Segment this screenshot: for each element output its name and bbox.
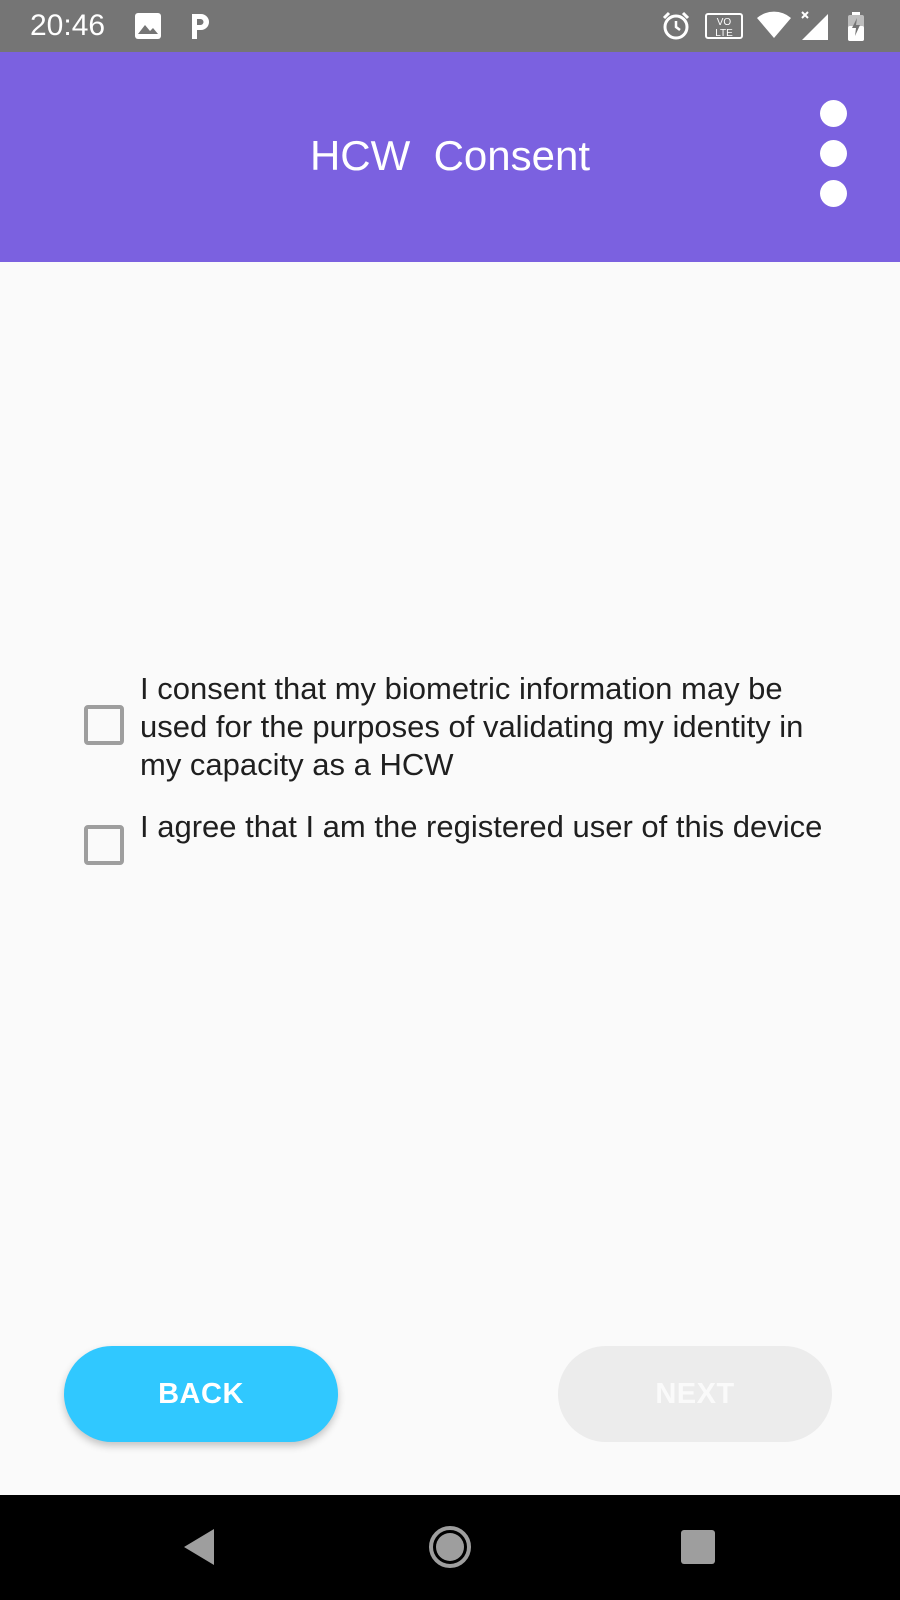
- volte-icon: VO LTE: [705, 13, 743, 39]
- recents-nav-icon[interactable]: [668, 1517, 728, 1577]
- overflow-menu-icon[interactable]: [812, 100, 856, 210]
- page-title: HCW Consent: [309, 132, 591, 179]
- volte-vo-text: VO: [717, 17, 732, 28]
- screen: 20:46 VO LTE HCW Consent I consent that …: [0, 0, 900, 1600]
- menu-dot: [820, 100, 847, 127]
- volte-lte-text: LTE: [715, 28, 733, 39]
- registered-user-checkbox[interactable]: [84, 825, 124, 865]
- consent-option-biometric[interactable]: I consent that my biometric information …: [84, 670, 844, 788]
- alarm-icon: [662, 11, 690, 40]
- signal-icon: [801, 11, 828, 40]
- parking-icon: [192, 14, 209, 39]
- status-bar: 20:46 VO LTE: [0, 0, 900, 52]
- wifi-icon: [757, 11, 791, 38]
- biometric-consent-checkbox[interactable]: [84, 705, 124, 745]
- app-bar: HCW Consent: [0, 52, 900, 262]
- next-button: NEXT: [558, 1346, 832, 1442]
- home-nav-icon[interactable]: [420, 1517, 480, 1577]
- battery-icon: [848, 12, 864, 41]
- consent-option-registered-user[interactable]: I agree that I am the registered user of…: [84, 808, 844, 888]
- back-nav-icon[interactable]: [170, 1517, 230, 1577]
- back-button[interactable]: BACK: [64, 1346, 338, 1442]
- menu-dot: [820, 140, 847, 167]
- biometric-consent-label: I consent that my biometric information …: [140, 671, 804, 782]
- menu-dot: [820, 180, 847, 207]
- navigation-bar: [0, 1495, 900, 1600]
- registered-user-label: I agree that I am the registered user of…: [140, 809, 823, 844]
- image-icon: [135, 13, 161, 39]
- status-time: 20:46: [30, 9, 106, 42]
